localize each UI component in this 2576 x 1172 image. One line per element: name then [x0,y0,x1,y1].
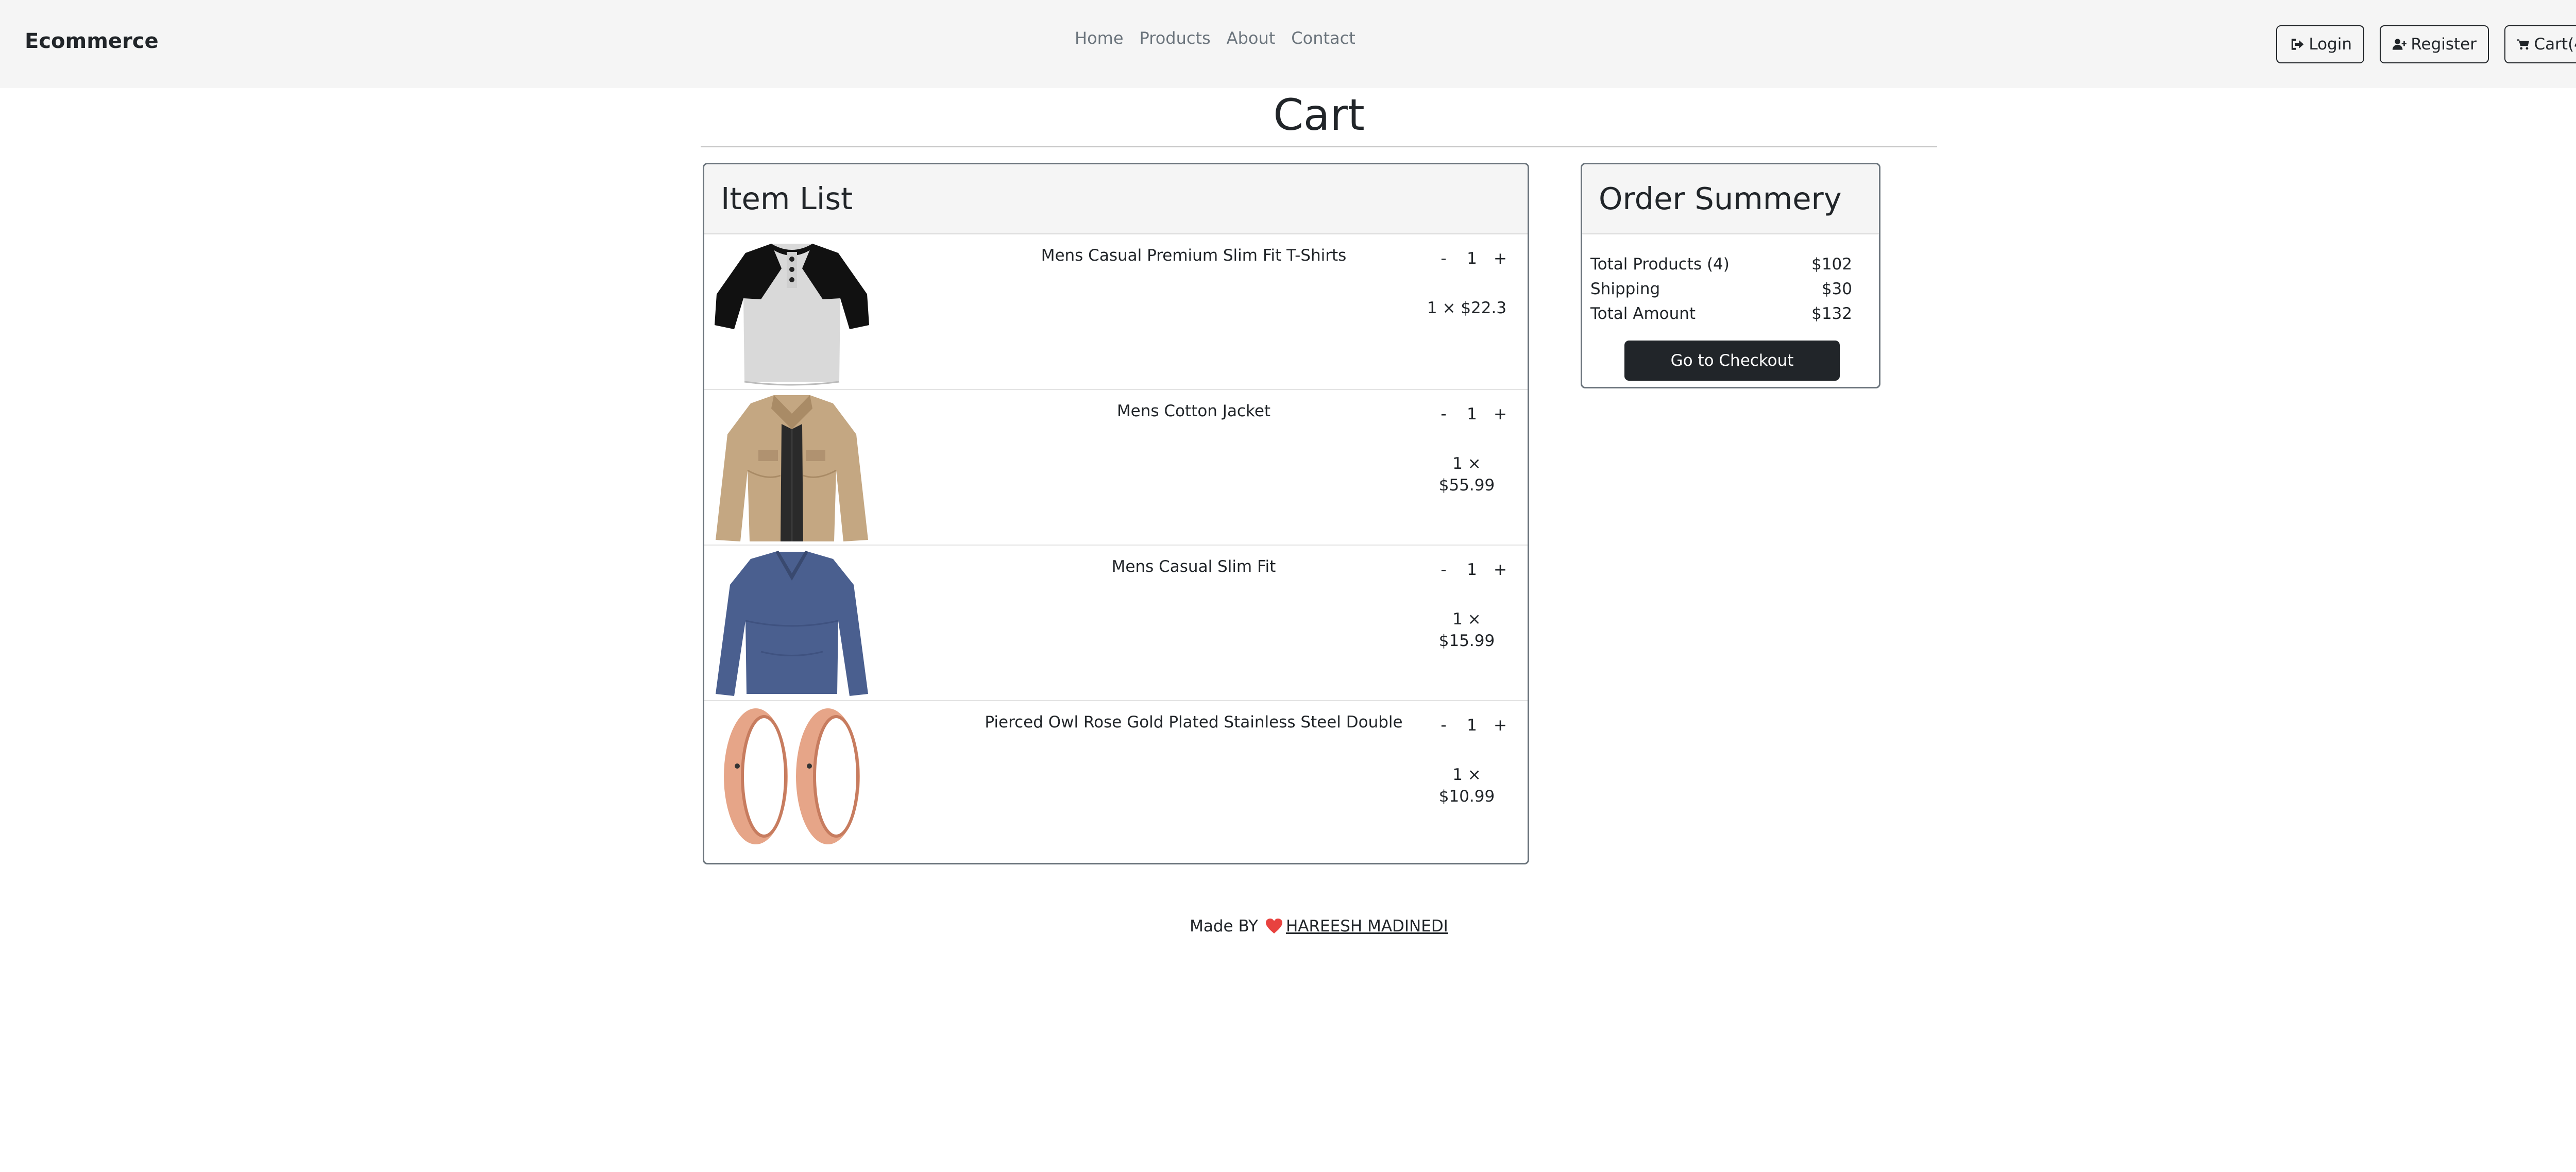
quantity-value: 1 [1467,249,1477,268]
item-list-card: Item List Mens Casual Premium Slim Fit T… [703,163,1529,864]
summary-label: Total Amount [1590,304,1696,323]
summary-row-total-amount: Total Amount $132 [1582,301,1879,326]
summary-list: Total Products (4) $102 Shipping $30 Tot… [1582,234,1879,326]
author-link[interactable]: HAREESH MADINEDI [1286,914,1448,939]
nav-buttons: Login Register Cart(4) [2276,25,2576,63]
heart-icon [1266,919,1282,933]
summary-value: $30 [1821,280,1852,298]
decrease-button[interactable]: - [1436,248,1451,269]
quantity-stepper: - 1 + [1436,248,1508,269]
order-summary-header: Order Summery [1582,164,1879,234]
nav-links: Home Products About Contact [1075,26,1371,50]
cart-label: Cart(4) [2534,35,2576,54]
cart-icon [2517,39,2529,50]
product-image-tshirt [715,244,869,386]
nav-link-about[interactable]: About [1227,26,1276,50]
summary-label: Shipping [1590,280,1660,298]
cart-item: Mens Casual Slim Fit - 1 + 1 × $15.99 [704,546,1528,701]
increase-button[interactable]: + [1493,559,1508,581]
login-button[interactable]: Login [2276,25,2364,63]
item-title: Mens Casual Slim Fit [1111,557,1276,576]
footer: Made BY HAREESH MADINEDI [0,914,2576,939]
navbar: Ecommerce Home Products About Contact Lo… [0,0,2576,88]
item-price: 1 × $10.99 [1438,766,1495,806]
increase-button[interactable]: + [1493,248,1508,269]
decrease-button[interactable]: - [1436,559,1451,581]
item-title: Mens Casual Premium Slim Fit T-Shirts [1041,246,1347,265]
quantity-stepper: - 1 + [1436,403,1508,425]
brand-logo[interactable]: Ecommerce [25,27,159,56]
checkout-button[interactable]: Go to Checkout [1624,341,1840,381]
cart-item: Mens Casual Premium Slim Fit T-Shirts - … [704,234,1528,390]
quantity-value: 1 [1467,405,1477,423]
item-price: 1 × $22.3 [1427,299,1507,317]
item-price: 1 × $15.99 [1438,610,1495,650]
summary-label: Total Products (4) [1590,255,1730,274]
product-image-longsleeve [716,551,868,696]
login-label: Login [2309,35,2352,54]
login-icon [2291,39,2304,50]
register-label: Register [2411,35,2477,54]
item-price: 1 × $55.99 [1438,454,1495,495]
page-title: Cart [1273,90,1365,140]
summary-row-total-products: Total Products (4) $102 [1582,252,1879,277]
cart-item: Mens Cotton Jacket - 1 + 1 × $55.99 [704,390,1528,546]
summary-row-shipping: Shipping $30 [1582,277,1879,301]
summary-value: $132 [1811,304,1852,323]
item-title: Pierced Owl Rose Gold Plated Stainless S… [985,713,1403,732]
item-title: Mens Cotton Jacket [1116,402,1271,420]
nav-link-home[interactable]: Home [1075,26,1124,50]
decrease-button[interactable]: - [1436,715,1451,736]
footer-text: Made BY [1190,917,1258,936]
summary-value: $102 [1811,255,1852,274]
quantity-value: 1 [1467,560,1477,579]
title-divider [701,146,1937,147]
product-image-earrings [724,708,860,844]
decrease-button[interactable]: - [1436,403,1451,425]
product-image-jacket [716,395,868,541]
quantity-stepper: - 1 + [1436,559,1508,581]
item-list-title: Item List [721,181,853,216]
nav-link-products[interactable]: Products [1140,26,1211,50]
order-summary-title: Order Summery [1599,181,1842,216]
item-list-header: Item List [704,164,1528,234]
order-summary-card: Order Summery Total Products (4) $102 Sh… [1581,163,1880,388]
register-button[interactable]: Register [2380,25,2489,63]
cart-button[interactable]: Cart(4) [2504,25,2576,63]
register-icon [2392,39,2407,50]
increase-button[interactable]: + [1493,715,1508,736]
increase-button[interactable]: + [1493,403,1508,425]
cart-item: Pierced Owl Rose Gold Plated Stainless S… [704,701,1528,857]
quantity-stepper: - 1 + [1436,715,1508,736]
nav-link-contact[interactable]: Contact [1291,26,1355,50]
quantity-value: 1 [1467,716,1477,735]
